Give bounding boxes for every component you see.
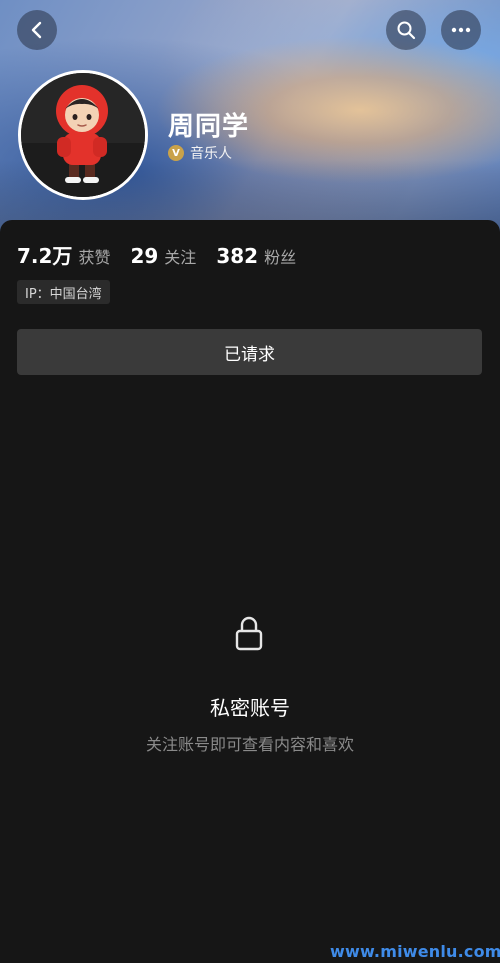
avatar[interactable] xyxy=(18,70,148,200)
stat-followers-value: 382 xyxy=(216,244,259,268)
more-button[interactable] xyxy=(441,10,481,50)
watermark-text: www.miwenlu.com xyxy=(330,942,500,961)
back-icon xyxy=(31,21,42,39)
private-account-subtitle: 关注账号即可查看内容和喜欢 xyxy=(145,735,354,754)
search-button[interactable] xyxy=(386,10,426,50)
more-icon xyxy=(451,27,471,33)
profile-name: 周同学 xyxy=(168,112,250,142)
back-button[interactable] xyxy=(17,10,57,50)
stat-followers-label: 粉丝 xyxy=(264,248,297,267)
verified-label: V 音乐人 xyxy=(168,143,232,163)
stat-likes-label: 获赞 xyxy=(78,248,111,267)
search-icon xyxy=(397,21,416,40)
ip-location-tag: IP：中国台湾 xyxy=(17,280,110,304)
requested-button[interactable]: 已请求 xyxy=(17,329,482,375)
stat-following-value: 29 xyxy=(130,244,159,268)
stat-likes[interactable]: 7.2万 获赞 xyxy=(17,240,110,269)
cartoon-avatar-icon xyxy=(21,73,145,197)
stat-likes-value: 7.2万 xyxy=(17,244,73,268)
stats-row: 7.2万 获赞 29 关注 382 粉丝 xyxy=(17,240,296,269)
verified-icon: V xyxy=(168,145,184,161)
stat-following[interactable]: 29 关注 xyxy=(130,244,196,268)
private-account-title: 私密账号 xyxy=(210,696,290,720)
lock-icon xyxy=(235,616,263,651)
stat-following-label: 关注 xyxy=(164,248,197,267)
verified-label-text: 音乐人 xyxy=(190,146,232,162)
stat-followers[interactable]: 382 粉丝 xyxy=(216,244,296,268)
